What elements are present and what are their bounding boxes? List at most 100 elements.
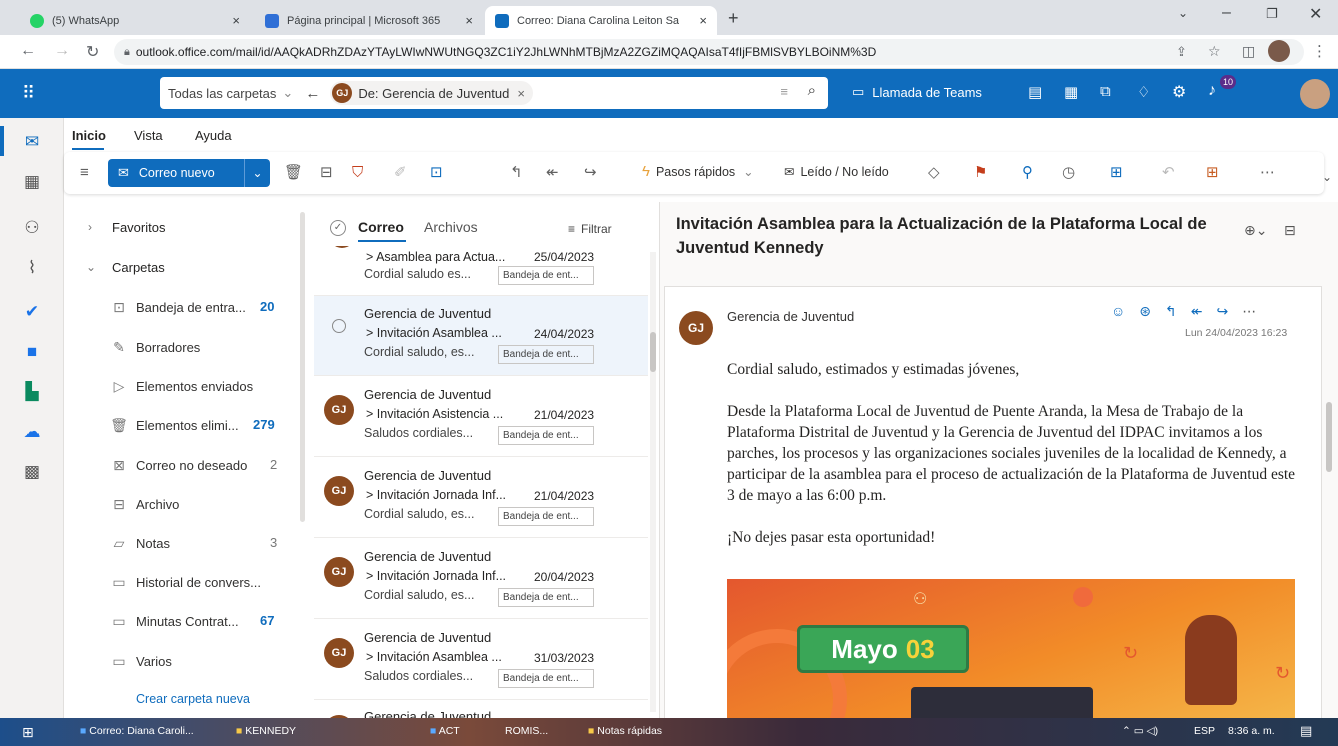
minimize-icon[interactable]: –	[1222, 4, 1231, 22]
sender-avatar[interactable]: GJ	[679, 311, 713, 345]
folder-scrollbar[interactable]	[300, 212, 305, 522]
ribbon-expand-icon[interactable]: ⌄	[1322, 170, 1332, 184]
more-icon[interactable]: ⋯	[1242, 303, 1270, 319]
zoom-icon[interactable]: ⊕⌄	[1244, 222, 1267, 239]
list-scrollbar[interactable]	[650, 252, 656, 712]
share-icon[interactable]: ⇪	[1176, 44, 1187, 60]
onedrive-icon[interactable]: ☁	[22, 422, 42, 442]
browser-tab-microsoft365[interactable]: Página principal | Microsoft 365 ×	[255, 6, 483, 35]
archive-icon[interactable]: ⊟	[320, 163, 333, 183]
reload-icon[interactable]: ↻	[86, 42, 99, 62]
list-item[interactable]: Gerencia de Juventud	[314, 701, 648, 718]
teams-call-button[interactable]: ▭ Llamada de Teams	[852, 84, 982, 100]
close-tab-icon[interactable]: ×	[465, 13, 473, 28]
filter-button[interactable]: ≡ Filtrar	[568, 222, 612, 236]
hamburger-icon[interactable]: ≡	[80, 163, 89, 183]
taskbar-document[interactable]: ROMIS...	[505, 725, 548, 737]
people-icon[interactable]: ⚇	[22, 218, 42, 238]
search-filter-chip[interactable]: GJ De: Gerencia de Juventud ×	[330, 81, 533, 105]
forward-icon[interactable]: ↪	[1217, 303, 1243, 319]
folder-notes[interactable]: ▱ Notas	[110, 535, 170, 552]
report-icon[interactable]: ⛉	[352, 163, 363, 183]
folder-conversation-history[interactable]: ▭ Historial de convers...	[110, 574, 261, 591]
search-icon[interactable]: ⌕	[808, 82, 816, 99]
reading-scrollbar[interactable]	[1326, 402, 1332, 472]
forward-icon[interactable]: ↪	[584, 163, 597, 183]
snooze-clock-icon[interactable]: ◷	[1062, 163, 1075, 183]
read-unread-button[interactable]: ✉ Leído / No leído	[784, 164, 889, 180]
list-item[interactable]: GJ Gerencia de Juventud > Invitación Asi…	[314, 377, 648, 457]
browser-tab-whatsapp[interactable]: (5) WhatsApp ×	[20, 6, 250, 35]
back-icon[interactable]: ←	[20, 42, 36, 60]
user-avatar[interactable]	[1300, 79, 1330, 109]
office-icon[interactable]: ▦	[1064, 83, 1078, 101]
folder-sent[interactable]: ▷ Elementos enviados	[110, 378, 253, 395]
teams-icon[interactable]: ■	[22, 342, 42, 362]
restore-icon[interactable]: ❐	[1266, 6, 1278, 22]
todo-icon[interactable]: ✔	[22, 302, 42, 322]
close-tab-icon[interactable]: ×	[232, 13, 240, 28]
rules-icon[interactable]: ⊞	[1110, 163, 1123, 183]
browser-tab-outlook[interactable]: Correo: Diana Carolina Leiton Sa ×	[485, 6, 717, 35]
more-options-icon[interactable]: ⋯	[1260, 163, 1275, 183]
list-item-selected[interactable]: Gerencia de Juventud > Invitación Asambl…	[314, 296, 648, 376]
sweep-icon[interactable]: ✐	[394, 163, 407, 183]
tab-inicio[interactable]: Inicio	[72, 128, 106, 143]
move-to-icon[interactable]: ⊡	[430, 163, 443, 183]
chevron-down-icon[interactable]: ⌄	[86, 260, 96, 274]
pin-icon[interactable]: ⚲	[1022, 163, 1033, 183]
tips-icon[interactable]: ♪	[1208, 82, 1216, 100]
folder-varios[interactable]: ▭ Varios	[110, 653, 172, 670]
select-checkbox[interactable]	[332, 319, 346, 333]
create-folder-link[interactable]: Crear carpeta nueva	[136, 692, 250, 706]
folder-minutas[interactable]: ▭ Minutas Contrat...	[110, 613, 238, 630]
chevron-right-icon[interactable]: ›	[88, 220, 92, 234]
app-launcher-icon[interactable]: ⠿	[22, 83, 35, 104]
folder-junk[interactable]: ⊠ Correo no deseado	[110, 457, 247, 474]
start-icon[interactable]: ⊞	[22, 724, 34, 741]
undo-icon[interactable]: ↶	[1162, 163, 1175, 183]
loop-icon[interactable]: ⊛	[1139, 303, 1165, 319]
delete-icon[interactable]: 🗑︎	[284, 163, 303, 183]
search-box[interactable]: Todas las carpetas ⌄ ← GJ De: Gerencia d…	[160, 77, 828, 109]
flag-icon[interactable]: ⚑	[974, 163, 987, 183]
tag-icon[interactable]: ◇	[928, 163, 940, 183]
taskbar-folder[interactable]: ■ KENNEDY	[236, 725, 296, 737]
immersive-reader-icon[interactable]: ⊟	[1284, 222, 1296, 239]
feedback-icon[interactable]: ⧉	[1100, 83, 1111, 100]
forward-icon[interactable]: →	[54, 42, 70, 60]
close-tab-icon[interactable]: ×	[699, 13, 707, 28]
mail-icon[interactable]: ✉	[22, 132, 42, 152]
select-all-checkbox[interactable]: ✓	[330, 220, 346, 236]
reply-all-icon[interactable]: ↞	[1191, 303, 1217, 319]
clock[interactable]: 8:36 a. m.	[1228, 725, 1275, 737]
tray-icons[interactable]: ⌃ ▭ ◁)	[1122, 725, 1158, 737]
reply-icon[interactable]: ↰	[1165, 303, 1191, 319]
reply-icon[interactable]: ↰	[510, 163, 523, 183]
folder-deleted[interactable]: 🗑︎ Elementos elimi...	[110, 417, 238, 434]
profile-avatar[interactable]	[1268, 40, 1290, 62]
notification-center-icon[interactable]: ▤	[1300, 723, 1312, 739]
tab-files[interactable]: Archivos	[424, 219, 478, 235]
chat-icon[interactable]: ▤	[1028, 83, 1042, 101]
close-window-icon[interactable]: ✕	[1309, 4, 1322, 24]
search-options-icon[interactable]: ≡	[780, 84, 788, 99]
list-item[interactable]: GJ Gerencia de Juventud > Invitación Jor…	[314, 539, 648, 619]
list-item[interactable]: GJ Gerencia de Juventud > Invitación Jor…	[314, 458, 648, 538]
calendar-icon[interactable]: ▦	[22, 172, 42, 192]
tab-mail[interactable]: Correo	[358, 219, 404, 235]
new-mail-button[interactable]: ✉ Correo nuevo ⌄	[108, 159, 270, 187]
tab-vista[interactable]: Vista	[134, 128, 163, 143]
browser-menu-icon[interactable]: ⋮	[1312, 42, 1327, 60]
settings-gear-icon[interactable]: ⚙	[1172, 82, 1186, 102]
bell-icon[interactable]: ♢	[1137, 83, 1150, 101]
language-indicator[interactable]: ESP	[1194, 725, 1215, 737]
sidepanel-icon[interactable]: ◫	[1242, 43, 1255, 60]
folder-archive[interactable]: ⊟ Archivo	[110, 496, 179, 513]
search-scope-dropdown[interactable]: Todas las carpetas	[168, 86, 276, 101]
tab-search-icon[interactable]: ⌄	[1178, 6, 1188, 20]
taskbar-word[interactable]: ■ ACT	[430, 725, 460, 737]
folders-header[interactable]: Carpetas	[112, 260, 165, 275]
search-back-icon[interactable]: ←	[305, 85, 320, 102]
tab-ayuda[interactable]: Ayuda	[195, 128, 232, 143]
